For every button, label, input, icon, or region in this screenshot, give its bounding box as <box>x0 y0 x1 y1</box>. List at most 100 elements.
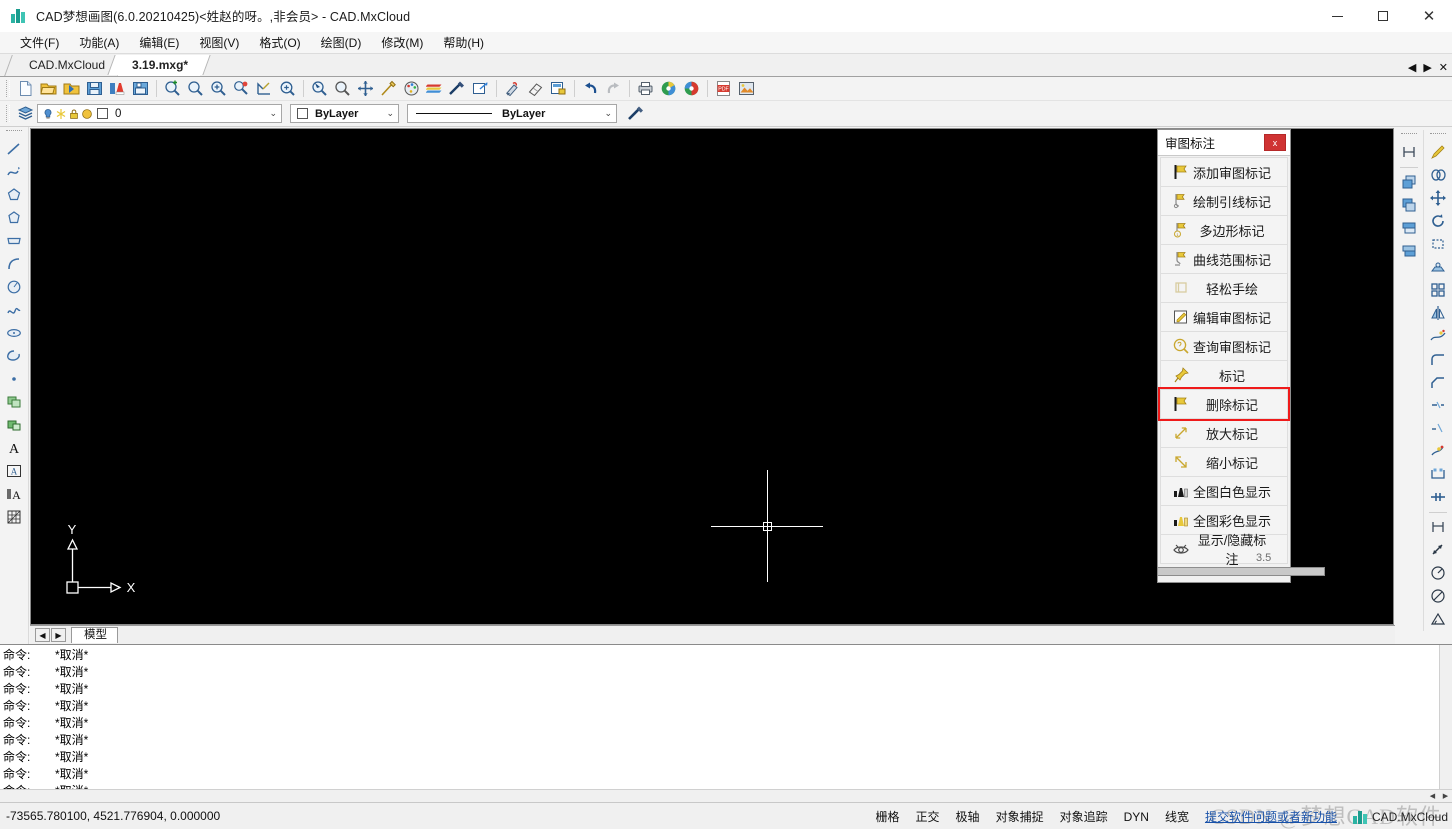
open-file-icon[interactable] <box>38 78 59 99</box>
menu-format[interactable]: 格式(O) <box>249 32 310 53</box>
palette-item-add-review-mark[interactable]: 添加审图标记 <box>1160 157 1288 187</box>
draworder-above-icon[interactable] <box>1398 217 1420 239</box>
layout-tab-model[interactable]: 模型 <box>71 627 118 643</box>
circle-icon[interactable] <box>3 276 25 298</box>
palette-item-bw-display[interactable]: 全图白色显示 <box>1160 476 1288 506</box>
draworder-front-icon[interactable] <box>1398 171 1420 193</box>
array-icon[interactable] <box>1427 279 1449 301</box>
scroll-left-icon[interactable]: ◀ <box>1426 790 1439 802</box>
properties-icon[interactable] <box>470 78 491 99</box>
multiline-text-icon[interactable]: A <box>3 460 25 482</box>
palette-item-polygon-mark[interactable]: 1 多边形标记 <box>1160 215 1288 245</box>
layer-caret-icon[interactable]: ⌄ <box>269 105 277 122</box>
draw-toolbar-grip[interactable] <box>6 130 22 135</box>
palette-item-mark[interactable]: 标记 <box>1160 360 1288 390</box>
menu-edit[interactable]: 编辑(E) <box>129 32 189 53</box>
publish-icon[interactable] <box>681 78 702 99</box>
break-at-point-icon[interactable] <box>1427 463 1449 485</box>
plot-preview-icon[interactable] <box>658 78 679 99</box>
redo-icon[interactable] <box>603 78 624 99</box>
palette-close-button[interactable]: x <box>1264 134 1286 151</box>
lock-icon[interactable] <box>68 108 80 120</box>
command-vertical-scrollbar[interactable] <box>1439 645 1452 789</box>
polyline-icon[interactable] <box>3 161 25 183</box>
zoom-glass-icon[interactable] <box>332 78 353 99</box>
zoom-out-icon[interactable] <box>185 78 206 99</box>
doc-tab-cad-mxcloud[interactable]: CAD.MxCloud <box>14 55 118 76</box>
dimension-linear-icon[interactable] <box>1398 141 1420 163</box>
make-block-icon[interactable] <box>3 414 25 436</box>
dim-angular-icon[interactable] <box>1427 608 1449 630</box>
erase-icon[interactable] <box>525 78 546 99</box>
status-toggle-osnap[interactable]: 对象捕捉 <box>996 808 1044 825</box>
text-icon[interactable]: A <box>3 437 25 459</box>
menu-view[interactable]: 视图(V) <box>189 32 249 53</box>
pan-select-icon[interactable] <box>309 78 330 99</box>
layer-manager-icon[interactable] <box>424 78 445 99</box>
insert-block-icon[interactable] <box>3 391 25 413</box>
command-horizontal-scrollbar[interactable]: ◀ ▶ <box>0 789 1452 802</box>
draworder-back-icon[interactable] <box>1398 194 1420 216</box>
linetype-combo[interactable]: ByLayer ⌄ <box>407 104 617 123</box>
feedback-link[interactable]: 提交软件问题或者新功能 <box>1205 808 1337 825</box>
dim-diameter-icon[interactable] <box>1427 585 1449 607</box>
modify-toolbar-grip[interactable] <box>1429 133 1446 138</box>
polygon-icon[interactable] <box>3 184 25 206</box>
layer-combo[interactable]: 0 ⌄ <box>37 104 282 123</box>
explode-icon[interactable] <box>1427 325 1449 347</box>
coordinates-display[interactable]: -73565.780100, 4521.776904, 0.000000 <box>0 809 220 823</box>
measure-icon[interactable] <box>378 78 399 99</box>
dim-aligned-icon[interactable] <box>1427 539 1449 561</box>
rectangle-icon[interactable] <box>3 230 25 252</box>
status-toggle-dyn[interactable]: DYN <box>1124 810 1149 824</box>
copy-icon[interactable] <box>1427 164 1449 186</box>
scale-icon[interactable] <box>1427 256 1449 278</box>
plot-icon[interactable] <box>81 108 93 120</box>
line-icon[interactable] <box>3 138 25 160</box>
rectangle-solid-icon[interactable] <box>3 207 25 229</box>
save-as-cloud-icon[interactable] <box>107 78 128 99</box>
status-toggle-polar[interactable]: 极轴 <box>956 808 980 825</box>
palette-item-edit-review-mark[interactable]: 编辑审图标记 <box>1160 302 1288 332</box>
stretch-icon[interactable] <box>1427 233 1449 255</box>
open-cloud-icon[interactable] <box>61 78 82 99</box>
move-icon[interactable] <box>1427 187 1449 209</box>
maximize-button[interactable] <box>1360 0 1406 32</box>
export-image-icon[interactable] <box>736 78 757 99</box>
color-caret-icon[interactable]: ⌄ <box>386 105 394 122</box>
close-button[interactable]: ✕ <box>1406 0 1452 32</box>
block-icon[interactable] <box>548 78 569 99</box>
tab-close-icon[interactable]: ✕ <box>1439 61 1448 74</box>
trim-icon[interactable] <box>1427 394 1449 416</box>
color-combo[interactable]: ByLayer ⌄ <box>290 104 399 123</box>
match-properties-icon[interactable] <box>502 78 523 99</box>
menu-help[interactable]: 帮助(H) <box>433 32 494 53</box>
palette-item-shrink-mark[interactable]: 缩小标记 <box>1160 447 1288 477</box>
single-text-icon[interactable]: A <box>3 483 25 505</box>
lineweight-icon[interactable] <box>626 103 647 124</box>
break-icon[interactable] <box>1427 440 1449 462</box>
chamfer-icon[interactable] <box>1427 371 1449 393</box>
menu-file[interactable]: 文件(F) <box>10 32 69 53</box>
palette-item-enlarge-mark[interactable]: 放大标记 <box>1160 418 1288 448</box>
properties-grip[interactable] <box>6 105 10 122</box>
menu-draw[interactable]: 绘图(D) <box>311 32 372 53</box>
minimize-button[interactable] <box>1314 0 1360 32</box>
edit-polyline-icon[interactable] <box>1427 141 1449 163</box>
extend-icon[interactable] <box>1427 417 1449 439</box>
undo-icon[interactable] <box>580 78 601 99</box>
zoom-extents-icon[interactable] <box>231 78 252 99</box>
new-file-icon[interactable] <box>15 78 36 99</box>
hatch-icon[interactable] <box>3 506 25 528</box>
tab-prev-icon[interactable]: ◀ <box>1408 61 1416 74</box>
palette-item-query-review-mark[interactable]: 查询审图标记 <box>1160 331 1288 361</box>
dim-radius-icon[interactable] <box>1427 562 1449 584</box>
draworder-toolbar-grip[interactable] <box>1401 133 1417 138</box>
status-toggle-otrack[interactable]: 对象追踪 <box>1060 808 1108 825</box>
scroll-right-icon[interactable]: ▶ <box>1439 790 1452 802</box>
save-local-icon[interactable] <box>130 78 151 99</box>
layout-prev-icon[interactable]: ◀ <box>35 628 50 642</box>
lightbulb-icon[interactable] <box>42 108 54 120</box>
mirror-icon[interactable] <box>1427 302 1449 324</box>
zoom-previous-icon[interactable] <box>254 78 275 99</box>
